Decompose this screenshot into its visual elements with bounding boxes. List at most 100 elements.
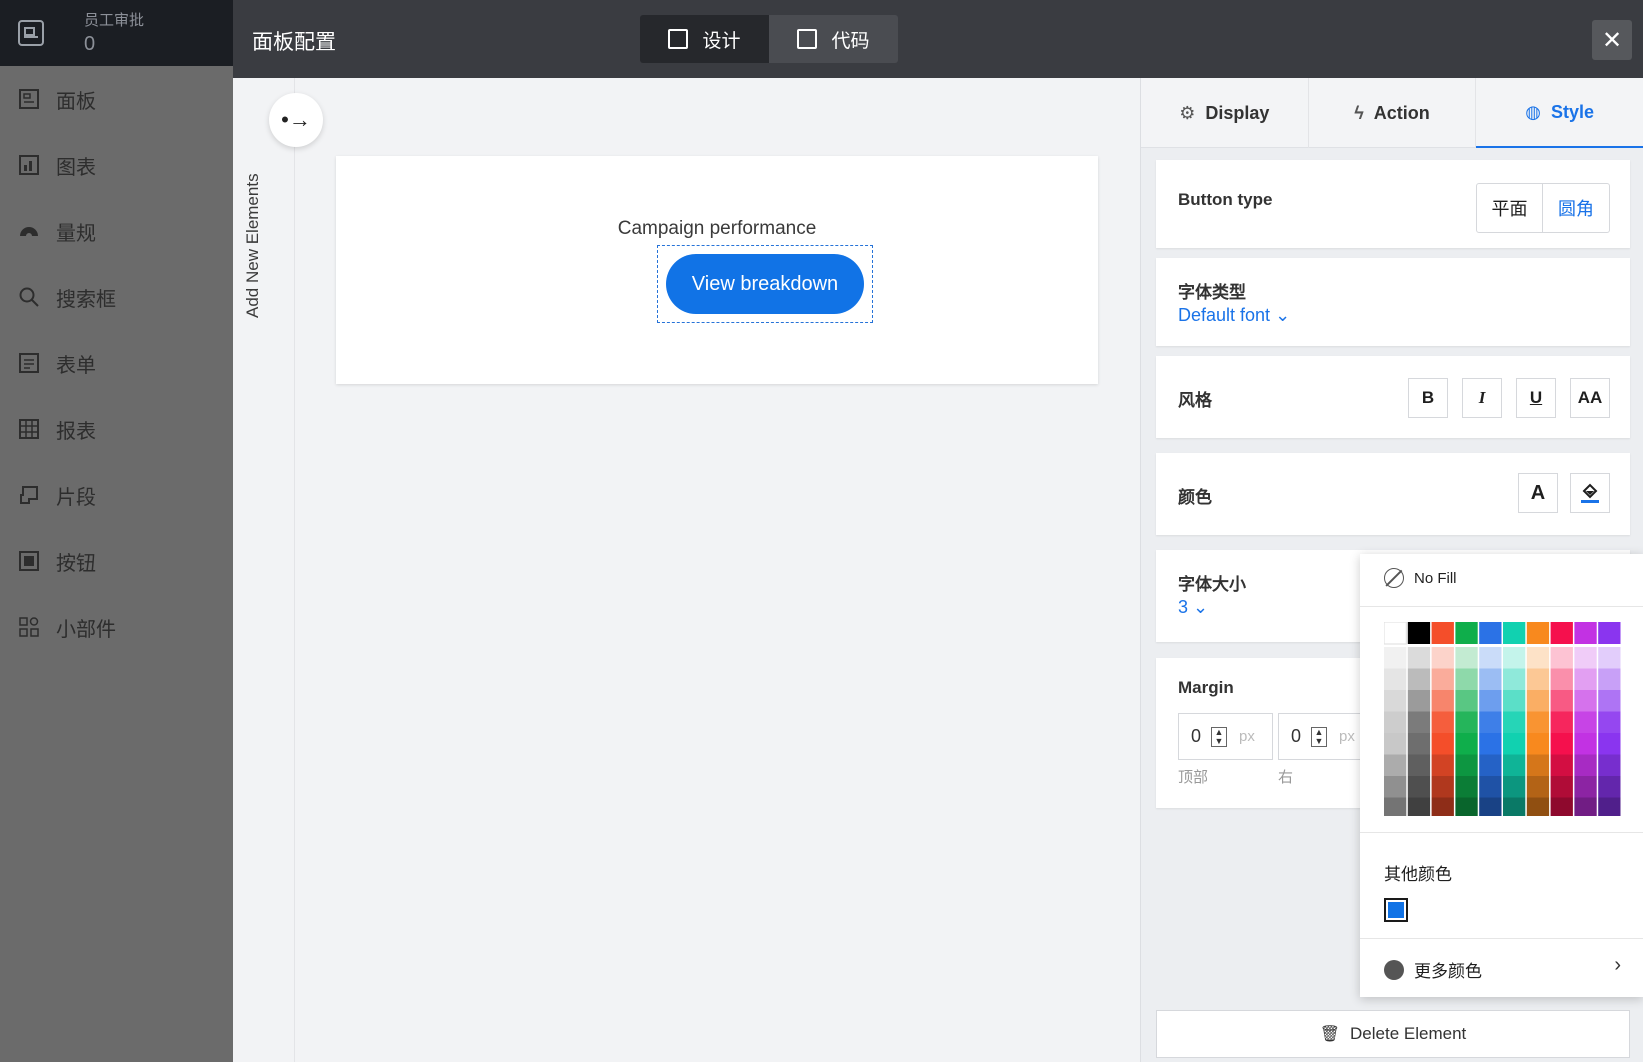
no-fill-option[interactable]: No Fill: [1384, 568, 1457, 588]
margin-right-input[interactable]: 0 ▲ ▼ px: [1278, 713, 1373, 760]
color-swatch[interactable]: [1384, 668, 1407, 691]
color-swatch[interactable]: [1479, 733, 1502, 755]
color-swatch[interactable]: [1598, 690, 1621, 712]
sidebar-item-button[interactable]: 按钮: [0, 528, 233, 594]
color-swatch[interactable]: [1431, 711, 1454, 734]
color-swatch[interactable]: [1503, 711, 1526, 734]
color-swatch[interactable]: [1455, 622, 1478, 644]
color-swatch[interactable]: [1550, 733, 1573, 755]
font-size-dropdown[interactable]: 3 ⌄: [1178, 597, 1208, 618]
color-swatch[interactable]: [1431, 690, 1454, 712]
color-swatch[interactable]: [1407, 776, 1431, 798]
app-header[interactable]: 员工审批 0: [0, 0, 233, 66]
color-swatch[interactable]: [1455, 668, 1478, 691]
color-swatch[interactable]: [1598, 668, 1621, 691]
color-swatch[interactable]: [1384, 711, 1407, 734]
add-elements-label[interactable]: Add New Elements: [243, 148, 263, 318]
color-swatch[interactable]: [1526, 711, 1550, 734]
color-swatch[interactable]: [1574, 754, 1597, 777]
sidebar-item-form[interactable]: 表单: [0, 330, 233, 396]
italic-button[interactable]: I: [1462, 378, 1502, 418]
margin-top-input[interactable]: 0 ▲ ▼ px: [1178, 713, 1273, 760]
tab-display[interactable]: ⚙ Display: [1141, 78, 1309, 148]
color-swatch[interactable]: [1479, 776, 1502, 798]
tab-style[interactable]: ◍ Style: [1476, 78, 1643, 148]
caps-button[interactable]: AA: [1570, 378, 1610, 418]
color-swatch[interactable]: [1598, 622, 1621, 644]
sidebar-item-gauge[interactable]: 量规: [0, 198, 233, 264]
color-swatch[interactable]: [1574, 668, 1597, 691]
tab-code[interactable]: 代码: [769, 15, 898, 63]
color-swatch[interactable]: [1479, 622, 1502, 644]
color-swatch[interactable]: [1503, 733, 1526, 755]
color-swatch[interactable]: [1431, 776, 1454, 798]
color-swatch[interactable]: [1550, 668, 1573, 691]
color-swatch[interactable]: [1550, 754, 1573, 777]
color-swatch[interactable]: [1479, 647, 1502, 669]
sidebar-item-search[interactable]: 搜索框: [0, 264, 233, 330]
color-swatch[interactable]: [1574, 733, 1597, 755]
color-swatch[interactable]: [1384, 733, 1407, 755]
color-swatch[interactable]: [1455, 754, 1478, 777]
tab-action[interactable]: ϟ Action: [1309, 78, 1477, 148]
color-swatch[interactable]: [1431, 733, 1454, 755]
color-swatch[interactable]: [1550, 776, 1573, 798]
color-swatch[interactable]: [1407, 754, 1431, 777]
color-swatch[interactable]: [1526, 690, 1550, 712]
sidebar-item-report[interactable]: 报表: [0, 396, 233, 462]
color-swatch[interactable]: [1455, 797, 1478, 817]
color-swatch[interactable]: [1455, 690, 1478, 712]
stepper-icon[interactable]: ▲ ▼: [1211, 726, 1228, 747]
color-swatch[interactable]: [1431, 622, 1454, 644]
color-swatch[interactable]: [1550, 797, 1573, 817]
color-swatch[interactable]: [1407, 711, 1431, 734]
delete-element-button[interactable]: 🗑 Delete Element: [1156, 1010, 1630, 1058]
tab-design[interactable]: 设计: [640, 15, 769, 63]
color-swatch[interactable]: [1431, 647, 1454, 669]
color-swatch[interactable]: [1598, 647, 1621, 669]
color-swatch[interactable]: [1550, 622, 1573, 644]
add-elements-button[interactable]: •→: [269, 93, 323, 147]
color-swatch[interactable]: [1526, 754, 1550, 777]
view-breakdown-button[interactable]: View breakdown: [666, 254, 864, 314]
color-swatch[interactable]: [1407, 797, 1431, 817]
underline-button[interactable]: U: [1516, 378, 1556, 418]
color-swatch[interactable]: [1479, 797, 1502, 817]
color-swatch[interactable]: [1550, 690, 1573, 712]
color-swatch[interactable]: [1384, 690, 1407, 712]
bold-button[interactable]: B: [1408, 378, 1448, 418]
color-swatch[interactable]: [1503, 776, 1526, 798]
color-swatch[interactable]: [1598, 733, 1621, 755]
color-swatch[interactable]: [1503, 797, 1526, 817]
color-swatch[interactable]: [1598, 776, 1621, 798]
selected-element-outline[interactable]: View breakdown: [657, 245, 873, 323]
color-swatch[interactable]: [1526, 668, 1550, 691]
color-swatch[interactable]: [1574, 647, 1597, 669]
sidebar-item-widget[interactable]: 小部件: [0, 594, 233, 660]
color-swatch[interactable]: [1479, 690, 1502, 712]
color-swatch-grid[interactable]: [1384, 622, 1622, 816]
current-color-swatch[interactable]: [1384, 898, 1408, 922]
color-swatch[interactable]: [1598, 711, 1621, 734]
color-swatch[interactable]: [1455, 733, 1478, 755]
sidebar-item-snippet[interactable]: 片段: [0, 462, 233, 528]
color-swatch[interactable]: [1407, 647, 1431, 669]
color-swatch[interactable]: [1526, 733, 1550, 755]
text-color-button[interactable]: A: [1518, 473, 1558, 513]
color-swatch[interactable]: [1574, 776, 1597, 798]
color-swatch[interactable]: [1407, 733, 1431, 755]
sidebar-item-chart[interactable]: 图表: [0, 132, 233, 198]
color-swatch[interactable]: [1574, 797, 1597, 817]
color-swatch[interactable]: [1550, 647, 1573, 669]
close-button[interactable]: ✕: [1592, 20, 1632, 60]
color-swatch[interactable]: [1598, 754, 1621, 777]
color-swatch[interactable]: [1503, 647, 1526, 669]
color-swatch[interactable]: [1407, 668, 1431, 691]
rounded-option[interactable]: 圆角: [1543, 184, 1609, 232]
more-colors-option[interactable]: 更多颜色: [1384, 957, 1482, 982]
fill-color-button[interactable]: [1570, 473, 1610, 513]
color-swatch[interactable]: [1407, 690, 1431, 712]
color-swatch[interactable]: [1384, 622, 1407, 645]
color-swatch[interactable]: [1526, 622, 1550, 644]
color-swatch[interactable]: [1455, 647, 1478, 669]
